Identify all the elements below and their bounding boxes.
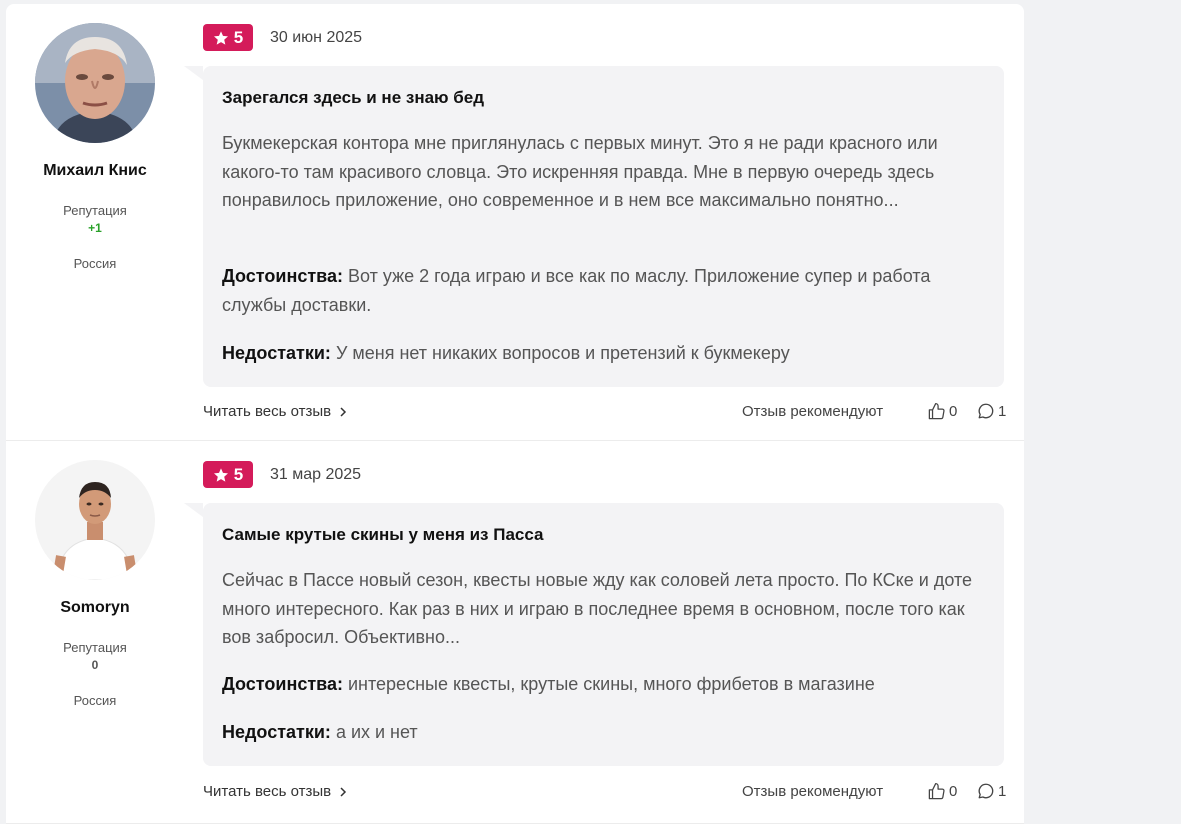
- comments-count: 1: [998, 782, 1007, 800]
- review-body: Самые крутые скины у меня из Пасса Сейча…: [184, 503, 1004, 766]
- review-footer: Читать весь отзыв Отзыв рекомендуют 0 1: [203, 783, 1008, 805]
- reputation-value: 0: [91, 658, 99, 672]
- star-icon: [213, 30, 228, 45]
- review-body: Зарегался здесь и не знаю бед Букмекерск…: [184, 66, 1004, 387]
- comments-button[interactable]: 1: [977, 402, 1006, 420]
- chevron-right-icon: [340, 406, 347, 417]
- review-pros: Достоинства: Вот уже 2 года играю и все …: [222, 262, 982, 320]
- reputation-label: Репутация: [63, 203, 127, 218]
- likes-count: 0: [949, 403, 958, 420]
- cons-text: У меня нет никаких вопросов и претензий …: [335, 343, 790, 363]
- elderly-man-photo-icon: [35, 23, 155, 143]
- read-full-review-link[interactable]: Читать весь отзыв: [203, 783, 347, 800]
- author-country: Россия: [73, 693, 117, 708]
- comments-button[interactable]: 1: [977, 782, 1006, 800]
- recommend-label: Отзыв рекомендуют: [742, 783, 884, 800]
- cons-label: Недостатки:: [222, 722, 331, 742]
- review-card: Somoryn Репутация 0 Россия 5 31 мар 2025…: [6, 441, 1024, 824]
- like-button[interactable]: 0: [927, 782, 957, 801]
- rating-value: 5: [233, 464, 244, 484]
- read-more-label: Читать весь отзыв: [203, 783, 332, 800]
- review-title[interactable]: Самые крутые скины у меня из Пасса: [222, 525, 543, 545]
- rating-badge: 5: [203, 461, 253, 488]
- star-icon: [213, 467, 228, 482]
- reputation-value: +1: [88, 221, 102, 235]
- review-cons: Недостатки: У меня нет никаких вопросов …: [222, 339, 982, 368]
- read-full-review-link[interactable]: Читать весь отзыв: [203, 403, 347, 420]
- author-name[interactable]: Михаил Книс: [6, 162, 184, 180]
- chevron-right-icon: [340, 786, 347, 797]
- reputation-label: Репутация: [63, 640, 127, 655]
- review-text: Сейчас в Пассе новый сезон, квесты новые…: [222, 570, 972, 647]
- review-title[interactable]: Зарегался здесь и не знаю бед: [222, 88, 484, 108]
- review-date: 31 мар 2025: [270, 466, 362, 483]
- review-card: Михаил Книс Репутация +1 Россия 5 30 июн…: [6, 4, 1024, 441]
- rating-badge: 5: [203, 24, 253, 51]
- cons-text: а их и нет: [335, 722, 418, 742]
- rating-value: 5: [233, 27, 244, 47]
- recommend-label: Отзыв рекомендуют: [742, 403, 884, 420]
- review-pros: Достоинства: интересные квесты, крутые с…: [222, 670, 982, 699]
- pros-text: интересные квесты, крутые скины, много ф…: [348, 674, 875, 694]
- thumbs-up-icon: [928, 782, 945, 800]
- comment-bubble-icon: [978, 783, 994, 799]
- review-date: 30 июн 2025: [270, 29, 363, 46]
- pros-label: Достоинства:: [222, 266, 343, 286]
- author-avatar[interactable]: [35, 23, 155, 143]
- young-man-photo-icon: [35, 460, 155, 580]
- review-footer: Читать весь отзыв Отзыв рекомендуют 0 1: [203, 403, 1008, 425]
- thumbs-up-icon: [928, 402, 945, 420]
- read-more-label: Читать весь отзыв: [203, 403, 332, 420]
- page-scrollbar[interactable]: [1172, 0, 1181, 824]
- likes-count: 0: [949, 783, 958, 800]
- cons-label: Недостатки:: [222, 343, 331, 363]
- comment-bubble-icon: [978, 403, 994, 419]
- author-avatar[interactable]: [35, 460, 155, 580]
- comments-count: 1: [998, 402, 1007, 420]
- author-country: Россия: [73, 256, 117, 271]
- author-name[interactable]: Somoryn: [6, 599, 184, 617]
- pros-label: Достоинства:: [222, 674, 343, 694]
- like-button[interactable]: 0: [927, 402, 957, 421]
- review-cons: Недостатки: а их и нет: [222, 718, 982, 747]
- review-text: Букмекерская контора мне приглянулась с …: [222, 133, 938, 210]
- reviews-panel: Михаил Книс Репутация +1 Россия 5 30 июн…: [6, 4, 1024, 824]
